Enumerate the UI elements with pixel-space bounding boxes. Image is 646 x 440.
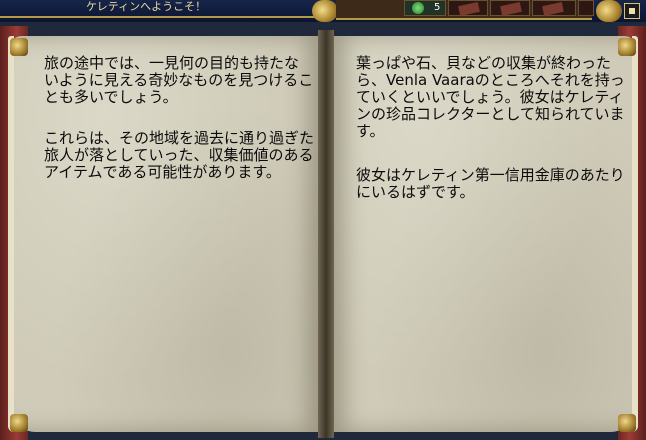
quickbar-slot-2[interactable] — [448, 0, 488, 16]
hud-divider — [0, 16, 318, 18]
book-spine — [318, 30, 334, 438]
book-icon — [458, 2, 480, 16]
corner-ornament-icon — [10, 414, 28, 432]
page-edge-left — [8, 36, 14, 432]
right-page-paragraph-1: 葉っぱや石、貝などの収集が終わったら、Venla Vaaraのところへそれを持っ… — [356, 54, 625, 140]
left-page-paragraph-1: 旅の途中では、一見何の目的も持たないように見える奇妙なものを見つけることも多いで… — [44, 54, 314, 106]
quickbar-slot-5[interactable] — [578, 0, 594, 16]
book-icon — [542, 2, 564, 16]
page-edge-right — [632, 36, 638, 432]
quickbar-slot-4[interactable] — [532, 0, 576, 16]
game-screen: ケレティンへようこそ！ 5 旅の途中では、一見何の目的も持たないように見える奇妙… — [0, 0, 646, 440]
herb-icon — [412, 2, 424, 14]
menu-button[interactable] — [624, 3, 640, 19]
ornament-left-icon — [312, 0, 338, 22]
menu-icon — [629, 8, 635, 14]
corner-ornament-icon — [618, 414, 636, 432]
corner-ornament-icon — [10, 38, 28, 56]
ornament-right-icon — [596, 0, 622, 22]
book-icon — [500, 2, 522, 16]
right-page-paragraph-2: 彼女はケレティン第一信用金庫のあたりにいるはずです。 — [356, 166, 625, 201]
left-page-paragraph-2: これらは、その地域を過去に通り過ぎた旅人が落としていった、収集価値のあるアイテム… — [44, 129, 315, 181]
quickbar-slot-count: 5 — [434, 2, 441, 13]
welcome-banner: ケレティンへようこそ！ — [86, 0, 207, 13]
corner-ornament-icon — [618, 38, 636, 56]
quickbar-slot-3[interactable] — [490, 0, 530, 16]
